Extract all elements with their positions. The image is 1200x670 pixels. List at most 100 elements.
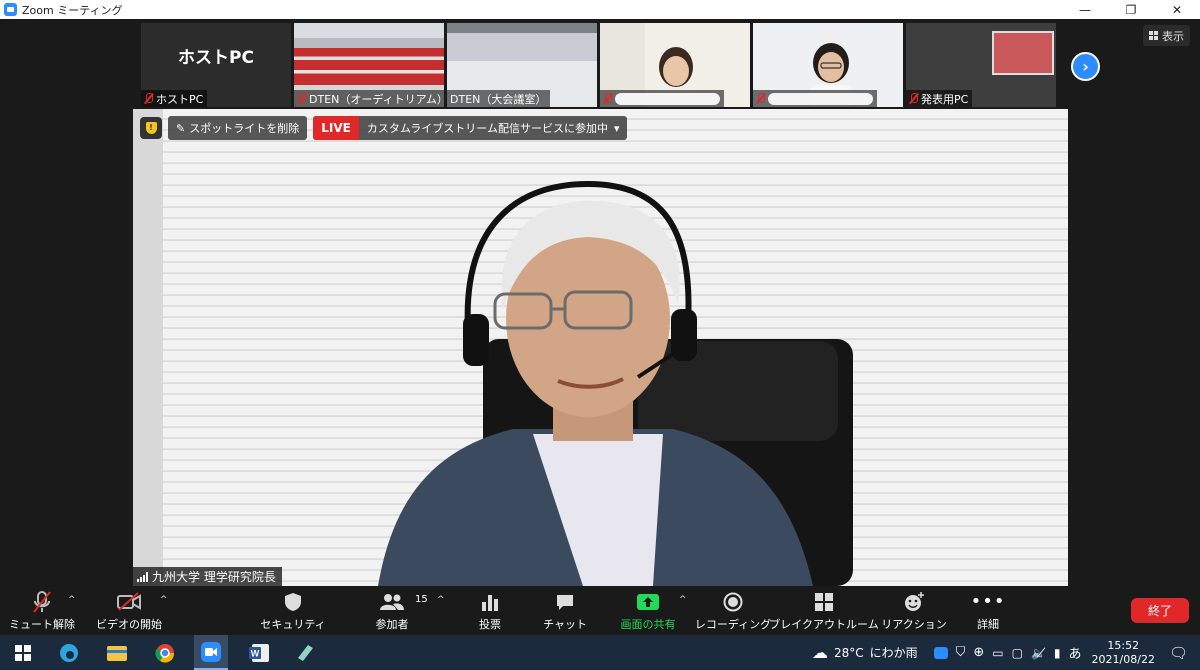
redacted-name xyxy=(768,92,873,105)
clock-time: 15:52 xyxy=(1107,638,1140,652)
next-page-button[interactable]: › xyxy=(1071,52,1100,81)
security-button[interactable]: セキュリティ xyxy=(260,587,326,635)
microphone-icon[interactable]: ▮ xyxy=(1054,646,1061,660)
video-overlay-controls: ! ✎ スポットライトを削除 LIVE カスタムライブストリーム配信サービスに参… xyxy=(140,116,628,140)
word-taskbar-button[interactable]: W xyxy=(244,635,274,670)
notes-app-icon xyxy=(298,644,313,661)
breakout-rooms-button[interactable]: ブレイクアウトルーム xyxy=(769,587,879,635)
defender-shield-icon[interactable]: ⛉ xyxy=(956,645,966,660)
battery-icon[interactable]: ▭ xyxy=(992,646,1003,660)
participant-name: DTEN（オーディトリアム） xyxy=(309,92,444,106)
signal-strength-icon xyxy=(137,571,148,582)
record-label: レコーディング xyxy=(694,618,772,631)
word-app-icon: W xyxy=(249,643,269,662)
mic-muted-icon xyxy=(756,93,765,104)
volume-muted-icon[interactable]: 🔈̸ xyxy=(1031,646,1046,660)
chat-button[interactable]: チャット xyxy=(543,587,587,635)
zoom-app-icon xyxy=(201,641,221,662)
participant-name: ホストPC xyxy=(156,92,204,106)
chrome-taskbar-button[interactable] xyxy=(150,635,180,670)
shield-icon xyxy=(285,593,301,611)
restore-button[interactable]: ❐ xyxy=(1108,0,1154,19)
network-status-icon[interactable]: ⊕ xyxy=(973,645,984,660)
windows-start-button[interactable] xyxy=(8,635,38,670)
unmute-label: ミュート解除 xyxy=(9,618,75,631)
redacted-name xyxy=(615,92,720,105)
start-video-button[interactable]: ビデオの開始 xyxy=(96,587,162,635)
audio-options-caret[interactable]: ^ xyxy=(68,595,76,605)
cloud-rain-icon: ☁ xyxy=(811,643,828,662)
participant-tile-host[interactable]: ホストPC ホストPC xyxy=(141,23,291,107)
chat-label: チャット xyxy=(543,618,587,631)
remove-spotlight-button[interactable]: ✎ スポットライトを削除 xyxy=(168,116,308,140)
mic-muted-icon xyxy=(603,93,612,104)
window-title: Zoom ミーティング xyxy=(22,3,123,17)
svg-text:W: W xyxy=(251,648,260,658)
more-dots-icon: ••• xyxy=(970,591,1006,612)
zoom-taskbar-button[interactable] xyxy=(194,635,228,670)
chevron-right-icon: › xyxy=(1082,57,1089,76)
windows-logo-icon xyxy=(15,644,31,661)
speaker-video-image xyxy=(378,180,853,586)
ime-indicator[interactable]: あ xyxy=(1069,643,1082,662)
minimize-button[interactable]: — xyxy=(1062,0,1108,19)
breakout-rooms-icon xyxy=(815,593,833,611)
more-button[interactable]: ••• 詳細 xyxy=(970,587,1006,635)
participants-options-caret[interactable]: ^ xyxy=(437,595,445,605)
remove-spotlight-label: スポットライトを削除 xyxy=(189,122,300,135)
display-icon[interactable]: ▢ xyxy=(1012,646,1023,660)
share-screen-button[interactable]: 画面の共有 xyxy=(616,587,680,635)
participant-tile-auditorium[interactable]: DTEN（オーディトリアム） xyxy=(294,23,444,107)
window-controls: — ❐ ✕ xyxy=(1062,0,1200,19)
participant-tile-presenter-pc[interactable]: 発表用PC xyxy=(906,23,1056,107)
notes-taskbar-button[interactable] xyxy=(290,635,320,670)
video-off-icon xyxy=(117,592,141,611)
bar-chart-icon xyxy=(482,595,498,611)
view-button[interactable]: 表示 xyxy=(1143,25,1190,46)
window-titlebar: Zoom ミーティング — ❐ ✕ xyxy=(0,0,1200,19)
clock-date: 2021/08/22 xyxy=(1091,652,1155,666)
reactions-label: リアクション xyxy=(881,618,947,631)
participant-tile-conference-room[interactable]: DTEN（大会議室） xyxy=(447,23,597,107)
more-label: 詳細 xyxy=(977,618,999,631)
polls-button[interactable]: 投票 xyxy=(472,587,508,635)
chat-icon xyxy=(557,595,573,610)
live-stream-indicator[interactable]: LIVE カスタムライブストリーム配信サービスに参加中 ▾ xyxy=(313,116,628,140)
live-badge: LIVE xyxy=(313,116,359,140)
emoji-icon xyxy=(905,592,924,611)
close-window-button[interactable]: ✕ xyxy=(1154,0,1200,19)
share-screen-label: 画面の共有 xyxy=(620,618,676,631)
spotlight-video[interactable] xyxy=(133,109,1068,586)
participant-name: DTEN（大会議室） xyxy=(450,92,547,106)
speaker-name: 九州大学 理学研究院長 xyxy=(152,570,276,584)
mic-muted-icon xyxy=(909,93,918,104)
chrome-browser-icon xyxy=(155,643,175,663)
end-meeting-button[interactable]: 終了 xyxy=(1131,598,1189,623)
edge-taskbar-button[interactable] xyxy=(54,635,84,670)
file-explorer-taskbar-button[interactable] xyxy=(102,635,132,670)
zoom-logo-icon xyxy=(4,3,17,16)
participants-button[interactable]: 15 参加者 xyxy=(370,587,428,635)
zoom-tray-icon[interactable] xyxy=(933,646,948,659)
unmute-button[interactable]: ミュート解除 xyxy=(9,587,75,635)
share-options-caret[interactable]: ^ xyxy=(679,595,687,605)
dropdown-caret-icon: ▾ xyxy=(613,121,620,135)
participants-label: 参加者 xyxy=(375,618,409,631)
participant-tile-attendee-1[interactable] xyxy=(600,23,750,107)
system-clock[interactable]: 15:52 2021/08/22 xyxy=(1092,639,1155,667)
participants-icon xyxy=(380,594,404,610)
mic-muted-icon xyxy=(297,93,306,104)
projected-screen xyxy=(992,31,1054,75)
grid-view-icon xyxy=(1149,31,1158,40)
participant-tile-attendee-2[interactable] xyxy=(753,23,903,107)
notification-icon[interactable]: 🗨 xyxy=(1169,644,1188,662)
weather-text[interactable]: にわか雨 xyxy=(870,644,918,661)
pin-icon: ✎ xyxy=(176,121,186,135)
encryption-shield-icon[interactable]: ! xyxy=(140,117,162,139)
weather-temp[interactable]: 28°C xyxy=(834,646,864,660)
video-options-caret[interactable]: ^ xyxy=(160,595,168,605)
reactions-button[interactable]: リアクション xyxy=(881,587,947,635)
speaker-name-label: 九州大学 理学研究院長 xyxy=(133,567,282,586)
breakout-rooms-label: ブレイクアウトルーム xyxy=(769,618,879,631)
record-button[interactable]: レコーディング xyxy=(694,587,772,635)
